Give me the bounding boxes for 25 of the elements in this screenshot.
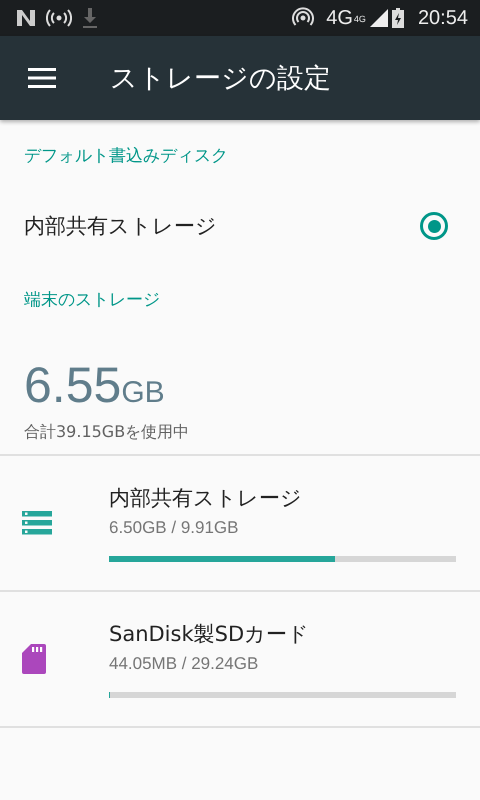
clock: 20:54: [418, 6, 468, 30]
menu-button[interactable]: [28, 68, 56, 88]
network-type: 4G: [326, 6, 353, 30]
used-unit: GB: [121, 376, 165, 410]
storage-name: SanDisk製SDカード: [109, 621, 310, 648]
toolbar-title: ストレージの設定: [110, 62, 331, 96]
disk-option[interactable]: 内部共有ストレージ: [0, 186, 480, 266]
network-type-small: 4G: [354, 14, 366, 24]
signal-icon: [370, 9, 388, 27]
battery-charging-icon: [392, 8, 404, 28]
broadcast-icon: [46, 9, 72, 27]
menu-icon: [28, 68, 56, 88]
radio-button[interactable]: [420, 212, 448, 240]
option-label: 内部共有ストレージ: [24, 213, 217, 240]
storage-item[interactable]: SanDisk製SDカード 44.05MB / 29.24GB: [0, 592, 480, 728]
storage-usage: 6.50GB / 9.91GB: [109, 518, 240, 538]
section-header: デフォルト書込みディスク: [23, 145, 229, 168]
storage-name: 内部共有ストレージ: [109, 485, 303, 512]
section-header: 端末のストレージ: [23, 289, 161, 312]
storage-item[interactable]: 内部共有ストレージ 6.50GB / 9.91GB: [0, 456, 480, 592]
n-logo-icon: [16, 9, 36, 27]
used-amount: 6.55: [24, 356, 122, 414]
storage-usage: 44.05MB / 29.24GB: [109, 654, 260, 674]
total-usage: 合計39.15GBを使用中: [23, 421, 190, 443]
download-icon: [82, 7, 98, 29]
